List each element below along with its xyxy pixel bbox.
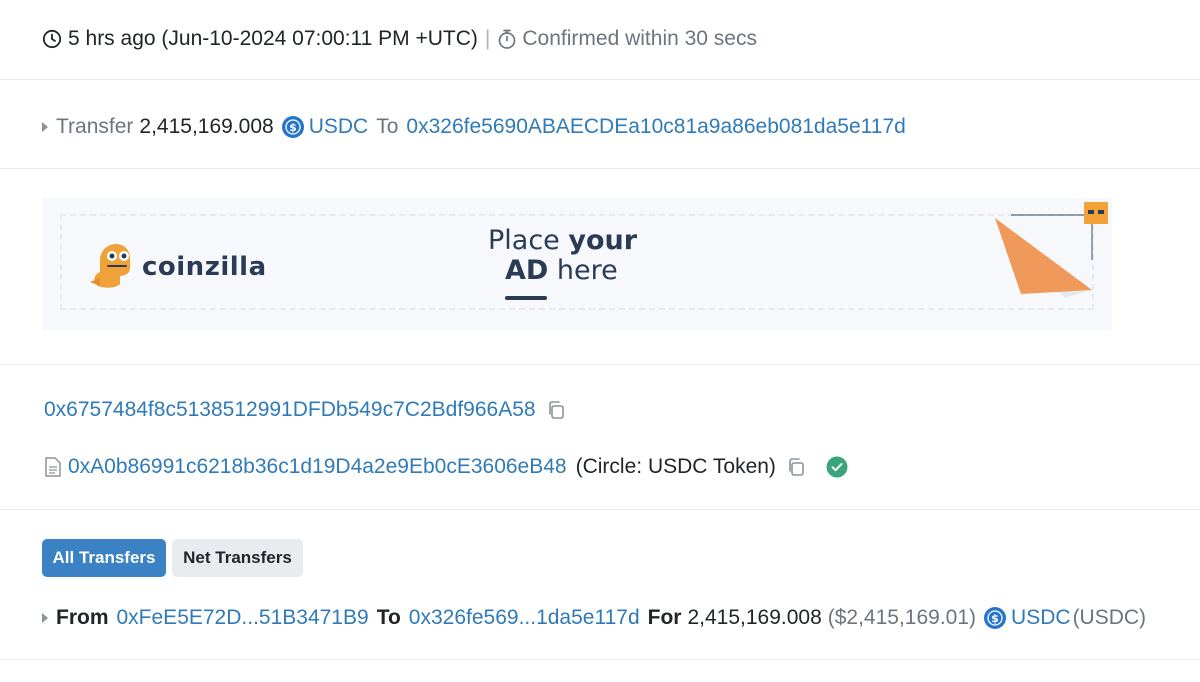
contract-address-row: 0xA0b86991c6218b36c1d19D4a2e9Eb0cE3606eB…	[44, 450, 1200, 484]
divider	[0, 168, 1200, 169]
divider	[0, 79, 1200, 80]
ad-line2-b: here	[556, 255, 618, 286]
caret-right-icon	[42, 613, 48, 623]
svg-text:$: $	[991, 612, 999, 625]
divider	[0, 364, 1200, 365]
svg-text:$: $	[289, 121, 297, 134]
for-label: For	[647, 606, 682, 629]
coinzilla-mascot-icon	[88, 238, 138, 290]
to-address-link[interactable]: 0x326fe5690ABAECDEa10c81a9a86eb081da5e11…	[406, 115, 905, 139]
from-label: From	[56, 606, 109, 629]
contract-file-icon	[44, 456, 62, 478]
tab-net-transfers[interactable]: Net Transfers	[172, 539, 303, 577]
transaction-action-row: Transfer 2,415,169.008 $ USDC To 0x326fe…	[42, 110, 1200, 144]
action-amount: 2,415,169.008	[139, 115, 274, 138]
transfer-to-link[interactable]: 0x326fe569...1da5e117d	[409, 606, 640, 630]
tab-all-transfers[interactable]: All Transfers	[42, 539, 166, 577]
ad-headline: Place your AD here	[488, 226, 688, 286]
divider	[0, 509, 1200, 510]
to-label: To	[376, 115, 399, 138]
verified-check-icon	[826, 456, 848, 478]
ad-paper-graphic	[995, 202, 1108, 298]
transfer-amount: 2,415,169.008	[687, 606, 822, 629]
usdc-token-icon: $	[984, 607, 1007, 629]
timestamp-row: 5 hrs ago (Jun-10-2024 07:00:11 PM +UTC)…	[42, 22, 1200, 56]
tx-age: 5 hrs ago (Jun-10-2024 07:00:11 PM +UTC)	[68, 27, 478, 50]
confirmed-within: Confirmed within 30 secs	[522, 27, 757, 50]
transfer-usd-value: ($2,415,169.01)	[827, 606, 977, 629]
ad-line1-b: your	[568, 225, 638, 256]
separator: |	[484, 27, 491, 50]
from-address-row: 0x6757484f8c5138512991DFDb549c7C2Bdf966A…	[44, 393, 1200, 427]
coinzilla-logo-text: coinzilla	[142, 252, 267, 282]
ad-line2-a: AD	[505, 255, 549, 286]
ad-underline	[505, 296, 547, 300]
action-label: Transfer	[56, 115, 134, 138]
clock-icon	[42, 29, 62, 49]
usdc-token-icon: $	[281, 116, 304, 138]
to-label: To	[376, 606, 401, 629]
transfer-token-symbol: (USDC)	[1072, 606, 1147, 629]
token-link[interactable]: USDC	[309, 115, 369, 139]
contract-address-link[interactable]: 0xA0b86991c6218b36c1d19D4a2e9Eb0cE3606eB…	[68, 455, 567, 479]
caret-right-icon	[42, 122, 48, 132]
token-transfer-row: From 0xFeE5E72D...51B3471B9 To 0x326fe56…	[42, 601, 1200, 635]
divider	[0, 659, 1200, 660]
copy-icon[interactable]	[546, 400, 566, 420]
contract-name: (Circle: USDC Token)	[575, 455, 776, 478]
stopwatch-icon	[497, 28, 517, 50]
from-address-link[interactable]: 0x6757484f8c5138512991DFDb549c7C2Bdf966A…	[44, 398, 536, 422]
ad-line1-a: Place	[488, 225, 560, 256]
transfer-token-link[interactable]: USDC	[1011, 606, 1071, 630]
transfer-from-link[interactable]: 0xFeE5E72D...51B3471B9	[117, 606, 369, 630]
copy-icon[interactable]	[786, 457, 806, 477]
